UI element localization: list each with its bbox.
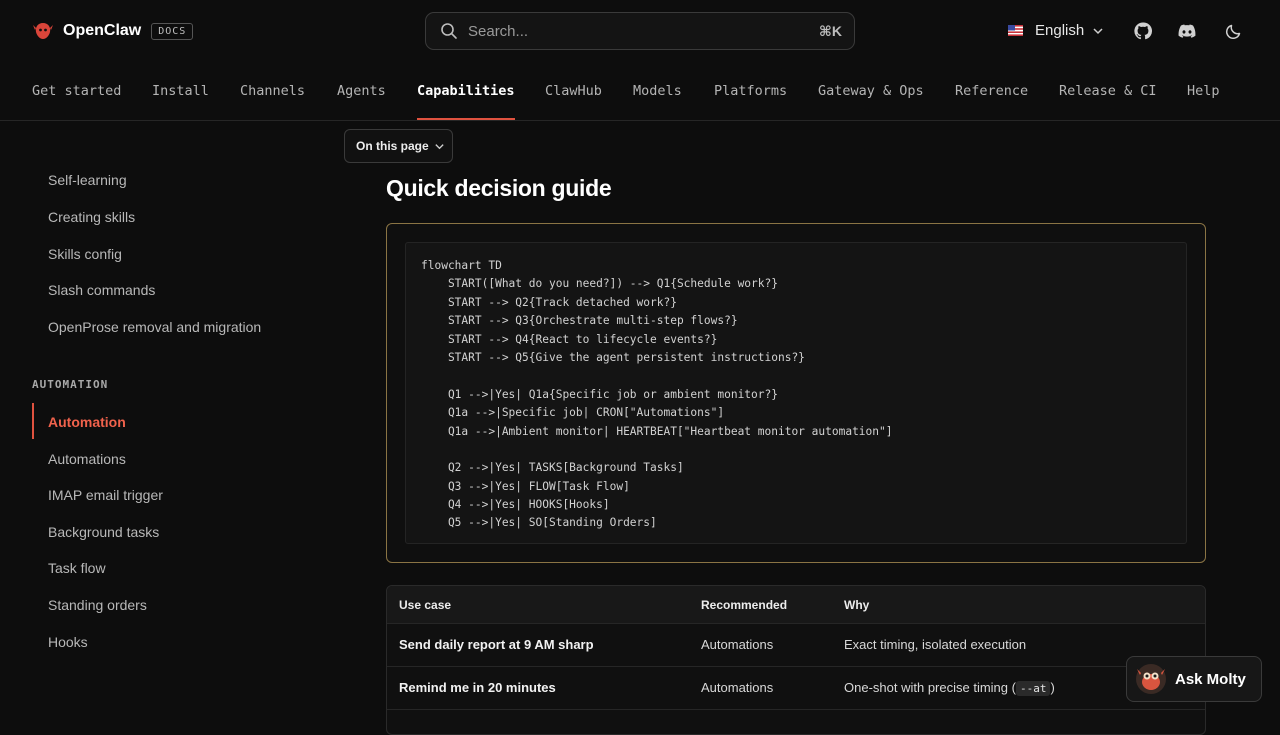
brand-name: OpenClaw bbox=[63, 22, 142, 39]
ask-molty-button[interactable]: Ask Molty bbox=[1126, 656, 1262, 702]
cell-use-case: Send daily report at 9 AM sharp bbox=[399, 637, 594, 652]
code-line: START --> Q2{Track detached work?} bbox=[421, 295, 677, 309]
sidebar-item-automation[interactable]: Automation bbox=[48, 414, 126, 430]
github-icon[interactable] bbox=[1133, 21, 1153, 41]
code-line: START --> Q4{React to lifecycle events?} bbox=[421, 332, 718, 346]
sidebar-item-background-tasks[interactable]: Background tasks bbox=[48, 524, 159, 540]
ask-molty-label: Ask Molty bbox=[1175, 670, 1246, 688]
language-selector[interactable]: English bbox=[1008, 22, 1104, 39]
decision-table: Use case Recommended Why Send daily repo… bbox=[386, 585, 1206, 735]
tab-agents[interactable]: Agents bbox=[337, 62, 386, 120]
code-line: Q2 -->|Yes| TASKS[Background Tasks] bbox=[421, 461, 684, 475]
moon-icon[interactable] bbox=[1224, 21, 1244, 41]
brand-logo[interactable]: OpenClaw DOCS bbox=[32, 20, 194, 42]
cell-recommended: Automations bbox=[701, 637, 774, 652]
sidebar-item-automations[interactable]: Automations bbox=[48, 451, 126, 467]
sidebar-item-standing-orders[interactable]: Standing orders bbox=[48, 597, 147, 613]
cell-why-suffix: ) bbox=[1050, 680, 1055, 695]
tab-channels[interactable]: Channels bbox=[240, 62, 305, 120]
column-header-use-case: Use case bbox=[399, 598, 452, 612]
code-block-inner: flowchart TD START([What do you need?]) … bbox=[405, 242, 1187, 544]
inline-code-at-flag: --at bbox=[1015, 681, 1051, 696]
cell-why: Exact timing, isolated execution bbox=[844, 637, 1027, 652]
tab-get-started[interactable]: Get started bbox=[32, 62, 121, 120]
sidebar-active-indicator bbox=[32, 403, 34, 439]
top-header: OpenClaw DOCS Search... ⌘K English bbox=[0, 0, 1280, 62]
tab-install[interactable]: Install bbox=[152, 62, 209, 120]
tab-capabilities[interactable]: Capabilities bbox=[417, 62, 515, 120]
search-box[interactable]: Search... ⌘K bbox=[425, 12, 855, 50]
sidebar-item-imap-email-trigger[interactable]: IMAP email trigger bbox=[48, 487, 163, 503]
sidebar-section-automation: AUTOMATION bbox=[32, 378, 109, 391]
chevron-down-icon bbox=[435, 143, 444, 149]
tab-help[interactable]: Help bbox=[1187, 62, 1220, 120]
sidebar-item-self-learning[interactable]: Self-learning bbox=[48, 172, 127, 188]
cell-recommended: Automations bbox=[701, 680, 774, 695]
tab-release-ci[interactable]: Release & CI bbox=[1059, 62, 1157, 120]
search-placeholder: Search... bbox=[468, 22, 529, 40]
tab-gateway-ops[interactable]: Gateway & Ops bbox=[818, 62, 924, 120]
search-shortcut: ⌘K bbox=[818, 22, 842, 39]
code-line: Q1 -->|Yes| Q1a{Specific job or ambient … bbox=[421, 387, 778, 401]
cell-why: One-shot with precise timing (--at) bbox=[844, 680, 1055, 696]
sidebar-item-openprose-migration[interactable]: OpenProse removal and migration bbox=[48, 319, 261, 335]
code-line: Q3 -->|Yes| FLOW[Task Flow] bbox=[421, 479, 630, 493]
table-row: Send daily report at 9 AM sharp Automati… bbox=[387, 624, 1205, 667]
us-flag-icon bbox=[1008, 25, 1023, 36]
tab-reference[interactable]: Reference bbox=[955, 62, 1028, 120]
code-line: START --> Q5{Give the agent persistent i… bbox=[421, 350, 805, 364]
page-title: Quick decision guide bbox=[386, 175, 612, 201]
sidebar-item-skills-config[interactable]: Skills config bbox=[48, 246, 122, 262]
code-line: flowchart TD bbox=[421, 259, 502, 272]
code-line: Q4 -->|Yes| HOOKS[Hooks] bbox=[421, 498, 610, 512]
sidebar-item-hooks[interactable]: Hooks bbox=[48, 634, 88, 650]
tab-clawhub[interactable]: ClawHub bbox=[545, 62, 602, 120]
cell-why-text: One-shot with precise timing ( bbox=[844, 680, 1016, 695]
chevron-down-icon bbox=[1093, 27, 1103, 34]
top-nav-tabs: Get started Install Channels Agents Capa… bbox=[0, 62, 1280, 121]
on-this-page-button[interactable]: On this page bbox=[344, 129, 453, 163]
table-header: Use case Recommended Why bbox=[387, 586, 1205, 624]
column-header-recommended: Recommended bbox=[701, 598, 788, 612]
discord-icon[interactable] bbox=[1177, 21, 1197, 41]
code-line: Q5 -->|Yes| SO[Standing Orders] bbox=[421, 516, 657, 530]
molty-avatar-icon bbox=[1136, 664, 1166, 694]
sidebar-item-creating-skills[interactable]: Creating skills bbox=[48, 209, 135, 225]
tab-models[interactable]: Models bbox=[633, 62, 682, 120]
docs-badge: DOCS bbox=[151, 22, 194, 40]
code-line: START --> Q3{Orchestrate multi-step flow… bbox=[421, 314, 738, 328]
code-line: Q1a -->|Ambient monitor| HEARTBEAT["Hear… bbox=[421, 424, 893, 438]
sidebar-item-task-flow[interactable]: Task flow bbox=[48, 560, 106, 576]
on-this-page-label: On this page bbox=[356, 139, 429, 153]
language-label: English bbox=[1035, 22, 1085, 39]
cell-use-case: Remind me in 20 minutes bbox=[399, 680, 556, 695]
mermaid-code-block: flowchart TD START([What do you need?]) … bbox=[386, 223, 1206, 563]
sidebar: Self-learning Creating skills Skills con… bbox=[0, 121, 330, 720]
table-row: Remind me in 20 minutes Automations One-… bbox=[387, 667, 1205, 710]
code-line: Q1a -->|Specific job| CRON["Automations"… bbox=[421, 406, 725, 420]
lobster-logo-icon bbox=[33, 23, 53, 39]
search-icon bbox=[441, 23, 457, 39]
tab-platforms[interactable]: Platforms bbox=[714, 62, 787, 120]
sidebar-item-slash-commands[interactable]: Slash commands bbox=[48, 282, 155, 298]
column-header-why: Why bbox=[844, 598, 870, 612]
code-line: START([What do you need?]) --> Q1{Schedu… bbox=[421, 277, 778, 291]
